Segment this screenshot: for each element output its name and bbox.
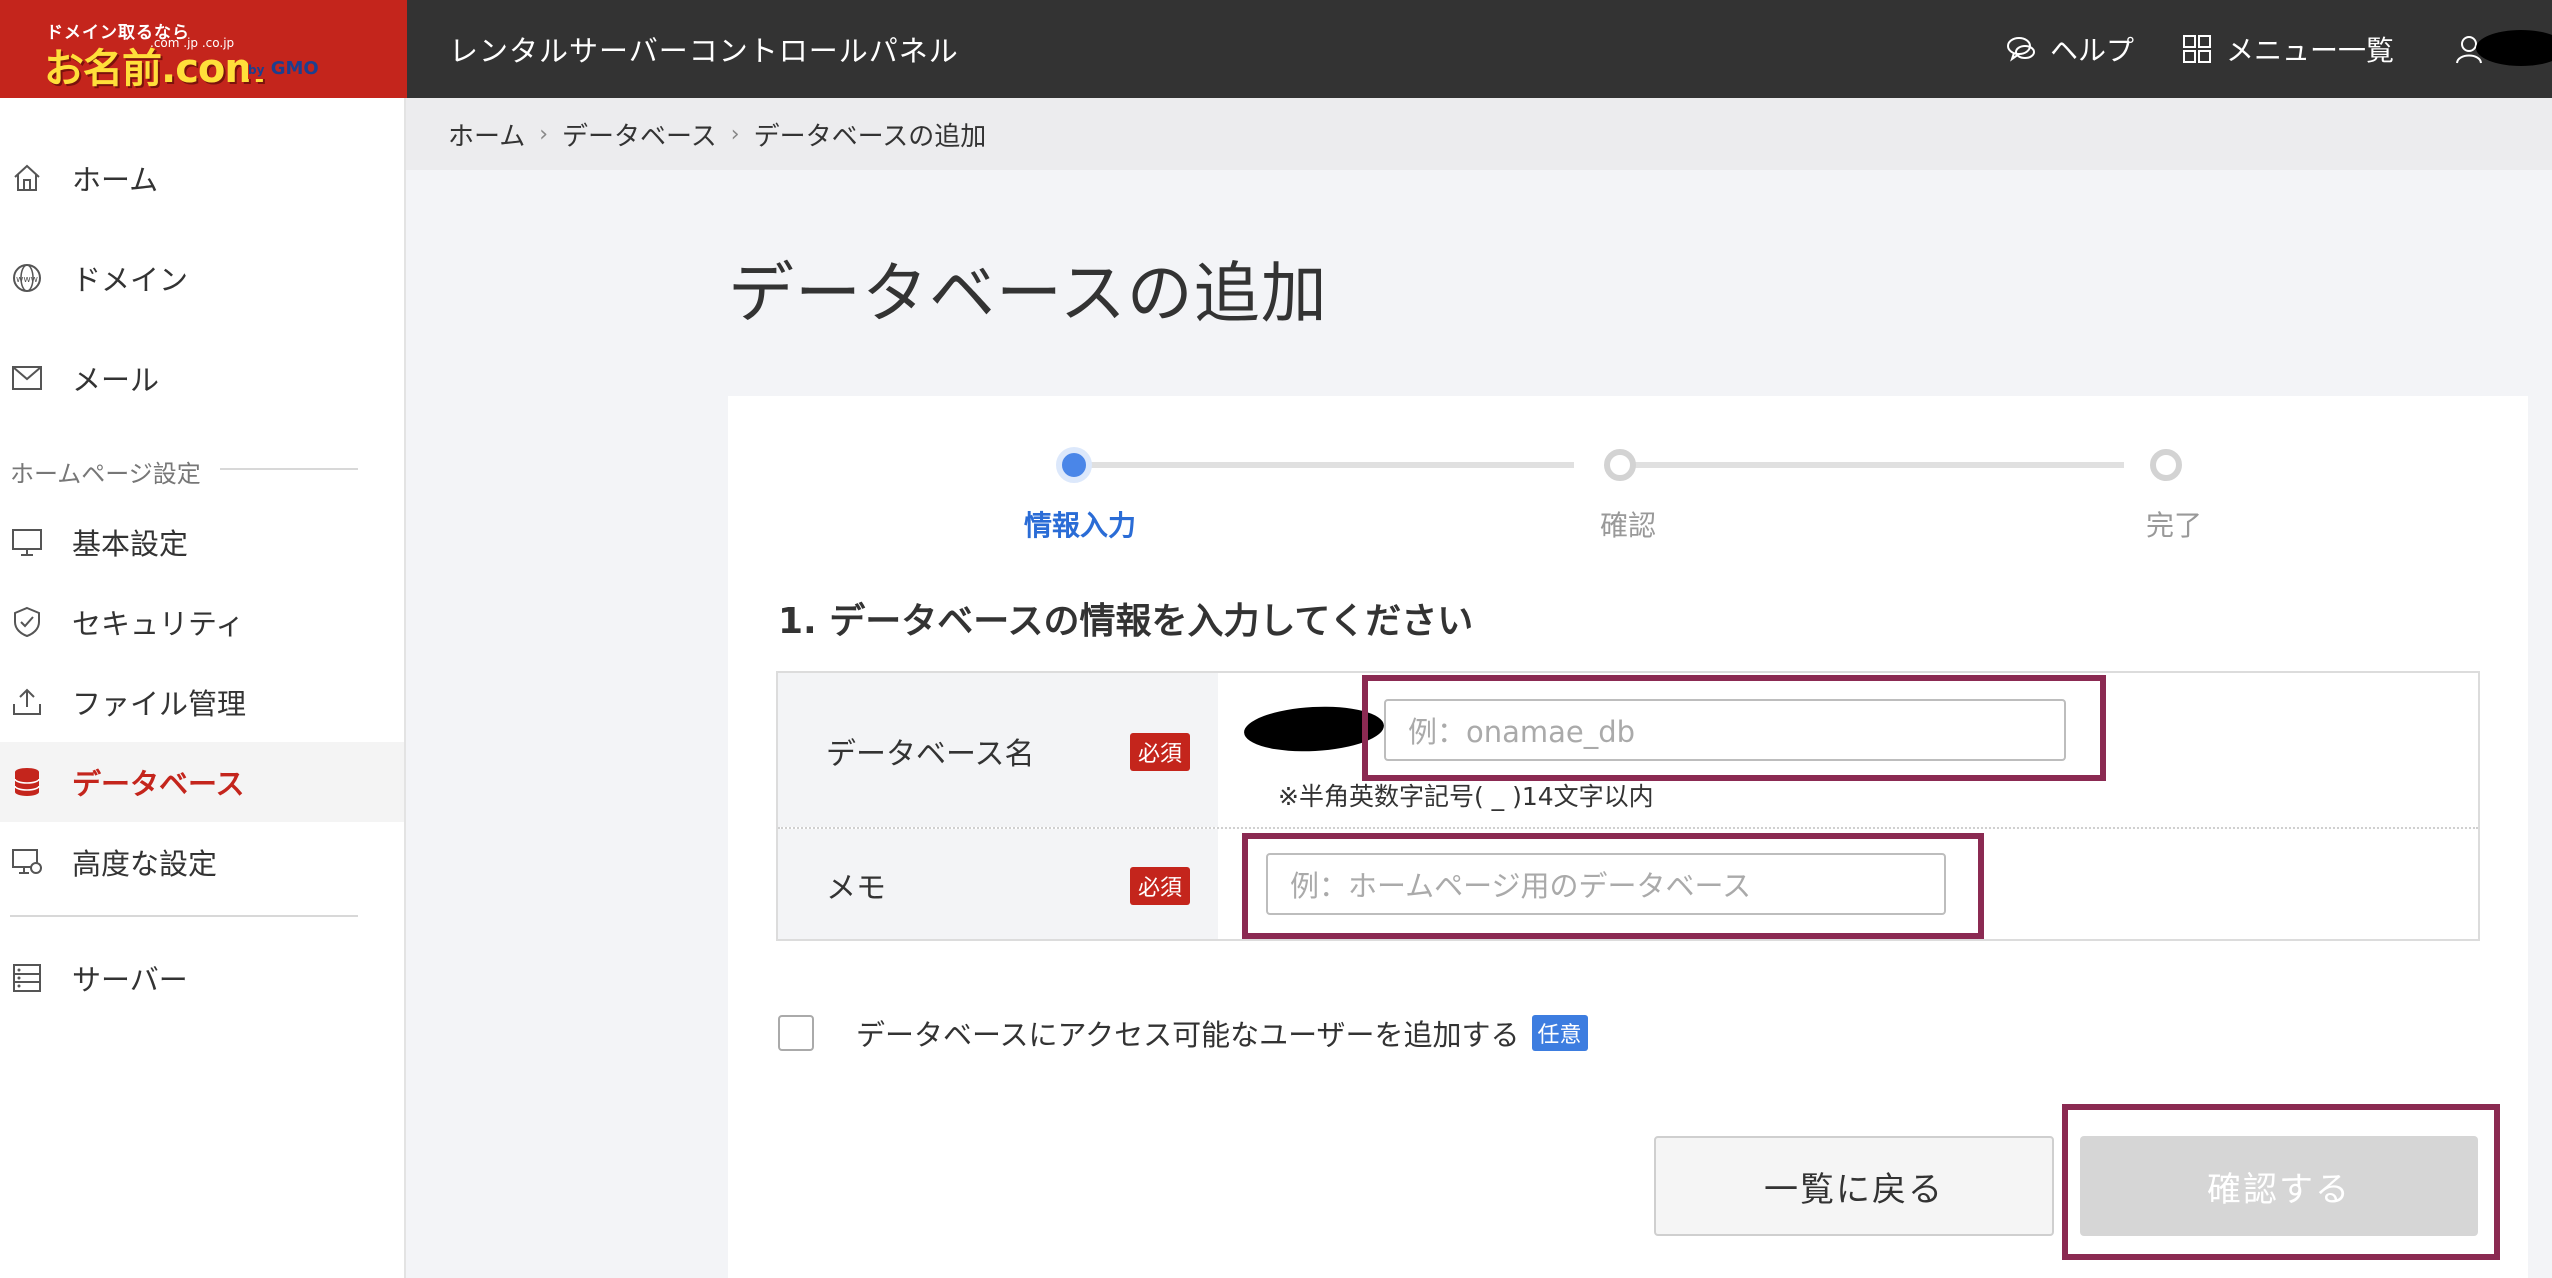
sidebar-item-mail[interactable]: メール [0, 338, 404, 418]
user-menu[interactable] [2442, 0, 2552, 98]
svg-text:www: www [16, 275, 38, 285]
globe-icon: www [10, 262, 44, 294]
required-badge: 必須 [1130, 733, 1191, 771]
db-name-label: データベース名 [826, 737, 1035, 772]
sidebar-item-label: セキュリティ [72, 607, 245, 641]
breadcrumb-database[interactable]: データベース [562, 116, 717, 153]
sidebar-item-label: ファイル管理 [72, 687, 247, 721]
sidebar-item-basic-settings[interactable]: 基本設定 [0, 502, 404, 582]
sidebar-item-label: ホーム [72, 163, 159, 197]
sidebar-item-home[interactable]: ホーム [0, 138, 404, 218]
sidebar-item-label: ドメイン [72, 263, 189, 297]
breadcrumb-current: データベースの追加 [753, 121, 987, 152]
sidebar-item-domain[interactable]: www ドメイン [0, 238, 404, 318]
help-label: ヘルプ [2049, 34, 2134, 67]
step-connector [1624, 462, 2124, 468]
optional-badge: 任意 [1531, 1015, 1588, 1051]
memo-label: メモ [826, 871, 886, 906]
database-icon [10, 766, 44, 798]
breadcrumb-home[interactable]: ホーム [448, 116, 525, 153]
memo-label-cell: メモ 必須 [778, 829, 1218, 939]
grid-icon [2182, 35, 2211, 63]
step-dot-current [1056, 447, 1092, 483]
sidebar-item-server[interactable]: サーバー [0, 938, 404, 1018]
home-icon [10, 163, 44, 193]
redacted-username [2476, 30, 2552, 66]
sidebar-item-label: メール [72, 363, 160, 397]
sidebar-item-label: データベース [72, 767, 245, 801]
sidebar-item-database[interactable]: データベース [0, 742, 404, 822]
required-badge: 必須 [1130, 867, 1191, 905]
breadcrumb-separator-icon: › [539, 121, 549, 147]
db-name-hint: ※半角英数字記号( _ )14文字以内 [1278, 782, 1654, 811]
step-dot [1604, 449, 1636, 481]
top-bar: ドメイン取るなら お名前.com .com .jp .co.jp by GMO … [0, 0, 2552, 98]
breadcrumb: ホーム › データベース › データベースの追加 [406, 98, 2552, 170]
step-label-confirm: 確認 [1599, 509, 1656, 542]
db-name-row: データベース名 必須 例：onamae_db ※半角英数字記号( _ )14文字… [778, 673, 2478, 829]
sidebar-item-security[interactable]: セキュリティ [0, 582, 404, 662]
add-user-label[interactable]: データベースにアクセス可能なユーザーを追加する [856, 1012, 1520, 1054]
shield-icon [10, 606, 44, 638]
db-name-label-cell: データベース名 必須 [778, 673, 1218, 827]
sidebar: ホーム www ドメイン メール ホームページ設定 基本設定 セキュリティ ファ… [0, 98, 406, 1278]
step-label-complete: 完了 [2145, 509, 2202, 542]
help-link[interactable]: ヘルプ [2006, 29, 2134, 69]
sidebar-item-file-manager[interactable]: ファイル管理 [0, 662, 404, 742]
sidebar-item-label: サーバー [72, 963, 188, 997]
section-divider [220, 468, 358, 470]
form-card: 情報入力 確認 完了 1. データベースの情報を入力してください データベース名… [728, 396, 2528, 1278]
sidebar-divider [10, 915, 358, 917]
step-connector [1074, 462, 1574, 468]
monitor-gear-icon [10, 847, 44, 877]
memo-input[interactable]: 例：ホームページ用のデータベース [1266, 853, 1946, 915]
step-label-input: 情報入力 [1023, 509, 1136, 542]
app-title: レンタルサーバーコントロールパネル [449, 34, 959, 68]
memo-row: メモ 必須 例：ホームページ用のデータベース [778, 829, 2478, 939]
upload-icon [10, 687, 44, 717]
menu-list-link[interactable]: メニュー一覧 [2182, 29, 2394, 69]
db-name-input[interactable]: 例：onamae_db [1384, 699, 2066, 761]
chat-bubble-icon [2006, 37, 2035, 62]
onamae-logo[interactable]: ドメイン取るなら お名前.com .com .jp .co.jp by GMO [0, 0, 407, 98]
progress-stepper: 情報入力 確認 完了 [728, 396, 2528, 556]
sidebar-item-advanced-settings[interactable]: 高度な設定 [0, 822, 404, 902]
back-to-list-button[interactable]: 一覧に戻る [1654, 1136, 2054, 1236]
confirm-button[interactable]: 確認する [2080, 1136, 2478, 1236]
page-title: データベースの追加 [728, 255, 1328, 332]
breadcrumb-separator-icon: › [730, 121, 740, 147]
add-user-option: データベースにアクセス可能なユーザーを追加する 任意 [778, 1012, 1588, 1054]
form-table: データベース名 必須 例：onamae_db ※半角英数字記号( _ )14文字… [776, 671, 2480, 941]
logo-tlds: .com .jp .co.jp [150, 36, 235, 50]
logo-gmo: by GMO [248, 58, 319, 79]
step-dot [2150, 449, 2182, 481]
menu-list-label: メニュー一覧 [2225, 34, 2394, 67]
form-heading: 1. データベースの情報を入力してください [778, 601, 1474, 642]
sidebar-item-label: 基本設定 [72, 527, 189, 561]
monitor-icon [10, 527, 44, 557]
sidebar-item-label: 高度な設定 [72, 847, 218, 881]
sidebar-section-homepage: ホームページ設定 [10, 460, 201, 488]
mail-icon [10, 365, 44, 391]
server-icon [10, 963, 44, 993]
add-user-checkbox[interactable] [778, 1015, 814, 1051]
